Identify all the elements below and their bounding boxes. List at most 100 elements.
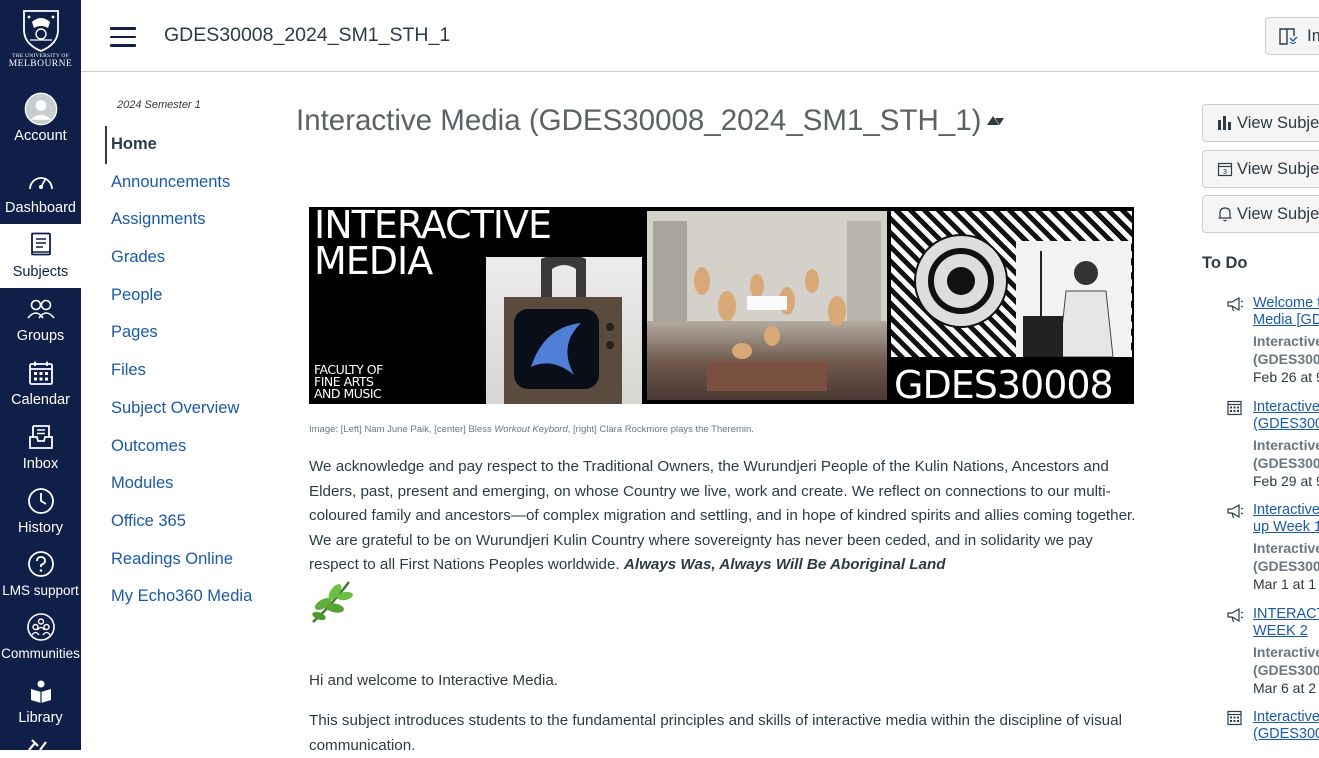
todo-subject-code: (GDES300 [1253,351,1319,367]
image-caption: Image: [Left] Nam June Paik, [center] Bl… [309,424,754,435]
todo-link-line-2: (GDES300 [1253,416,1319,432]
todo-link[interactable]: Interactive up Week 1 [1253,502,1319,536]
subnav-subject-overview[interactable]: Subject Overview [105,390,275,428]
nav-communities[interactable]: Communities [0,610,81,674]
button-label: View Subjec [1237,159,1319,178]
todo-link-line-1: Interactive [1253,399,1319,415]
nav-inbox[interactable]: Inbox [0,420,81,484]
button-label: View Subjec [1237,204,1319,223]
nav-account[interactable]: Account [0,92,81,156]
nav-label: Dashboard [5,200,76,216]
nav-label: Account [14,128,67,144]
acknowledgement-of-country: We acknowledge and pay respect to the Tr… [309,455,1139,578]
svg-text:3: 3 [1223,168,1227,176]
immersive-reader-label: Im [1307,26,1319,45]
subnav-office-365[interactable]: Office 365 [105,503,275,541]
nav-subjects[interactable]: Subjects [0,224,81,288]
university-logo[interactable]: THE UNIVERSITY OF MELBOURNE [0,0,81,81]
nav-label: Subjects [12,264,69,280]
nav-groups[interactable]: Groups [0,292,81,356]
todo-link-line-2: (GDES300 [1253,726,1319,742]
term-label: 2024 Semester 1 [117,99,201,111]
banner-title-line-1: INTERACTIVE [314,207,552,247]
calendar-icon [1227,710,1242,726]
todo-date: Feb 26 at 9 [1253,369,1319,385]
todo-heading: To Do [1202,254,1248,272]
nav-label: Library [18,710,63,726]
calendar-icon [24,356,58,390]
todo-link-line-2: Media [GD [1253,312,1319,328]
subnav-home[interactable]: Home [105,126,275,164]
caption-part-1: Image: [Left] Nam June Paik, [center] Bl… [309,424,495,435]
nav-library[interactable]: Library [0,674,81,738]
todo-date: Mar 1 at 1 [1253,576,1317,592]
communities-icon [24,610,58,644]
subnav-grades[interactable]: Grades [105,239,275,277]
nav-calendar[interactable]: Calendar [0,356,81,420]
nav-label: LMS support [2,583,79,598]
intro-text: This subject introduces students to the … [309,712,1122,754]
banner-theremin-photo [891,211,1132,358]
announcement-icon [1227,296,1244,312]
caption-italic: Workout Keybord [494,424,568,435]
groups-icon [24,292,58,326]
welcome-text: Hi and welcome to Interactive Media. [309,672,559,689]
page-title-text: Interactive Media (GDES30008_2024_SM1_ST… [296,104,982,137]
nav-label: Inbox [22,456,59,472]
button-label: View Subjec [1237,113,1319,132]
subnav-announcements[interactable]: Announcements [105,164,275,202]
announcement-icon [1227,503,1244,519]
subnav-files[interactable]: Files [105,352,275,390]
todo-link[interactable]: Welcome t Media [GD [1253,295,1319,329]
todo-link[interactable]: Interactive (GDES300 [1253,709,1319,743]
todo-link[interactable]: INTERACT WEEK 2 [1253,606,1319,640]
subnav-readings-online[interactable]: Readings Online [105,541,275,579]
inbox-icon [24,420,58,454]
hamburger-menu-icon[interactable] [110,27,136,47]
nav-history[interactable]: History [0,484,81,548]
breadcrumb[interactable]: GDES30008_2024_SM1_STH_1 [164,24,450,47]
banner-title: INTERACTIVE MEDIA [314,207,552,280]
subnav-outcomes[interactable]: Outcomes [105,428,275,466]
immersive-reader-button[interactable]: Im [1265,17,1319,55]
subnav-people[interactable]: People [105,277,275,315]
subject-banner-image: INTERACTIVE MEDIA FACULTY OF FINE ARTS A… [309,207,1134,404]
page-title: Interactive Media (GDES30008_2024_SM1_ST… [296,104,1005,138]
view-subject-stream-button[interactable]: View Subjec [1202,104,1319,142]
todo-date: Feb 29 at 9 [1253,473,1319,489]
subject-navigation: Home Announcements Assignments Grades Pe… [105,126,275,616]
todo-link-line-1: Interactive [1253,709,1319,725]
todo-link-line-1: Interactive [1253,502,1319,518]
nav-lms-support[interactable]: LMS support [0,547,81,611]
calendar-icon [1227,400,1242,416]
view-subject-notifications-button[interactable]: View Subjec [1202,195,1319,233]
banner-installation-photo [647,211,887,400]
subjects-icon [24,228,58,262]
subnav-modules[interactable]: Modules [105,465,275,503]
nav-label: Calendar [11,392,70,408]
todo-subject-code: (GDES300 [1253,558,1319,574]
calendar-icon: 3 [1217,162,1233,177]
library-icon [24,674,58,708]
subnav-echo360[interactable]: My Echo360 Media [105,578,275,616]
nav-label: History [17,520,64,536]
history-icon [24,484,58,518]
todo-link-line-1: Welcome t [1253,295,1319,311]
todo-link-line-2: up Week 1 [1253,519,1319,535]
subnav-pages[interactable]: Pages [105,314,275,352]
acknowledgement-emphasis: Always Was, Always Will Be Aboriginal La… [623,556,946,573]
todo-link[interactable]: Interactive (GDES300 [1253,399,1319,433]
nav-dashboard[interactable]: Dashboard [0,164,81,228]
pin-icon[interactable] [985,112,1005,133]
crest-icon [22,10,59,52]
subnav-assignments[interactable]: Assignments [105,201,275,239]
todo-date: Mar 6 at 2 [1253,680,1317,696]
announcement-icon [1227,607,1244,623]
banner-subject-code: GDES30008 [894,363,1114,404]
view-subject-calendar-button[interactable]: 3 View Subjec [1202,150,1319,188]
bar-chart-icon [1218,116,1231,130]
todo-subject-code: (GDES300 [1253,455,1319,471]
dashboard-icon [24,164,58,198]
todo-subject: Interactive [1253,333,1319,349]
help-icon [24,547,58,581]
